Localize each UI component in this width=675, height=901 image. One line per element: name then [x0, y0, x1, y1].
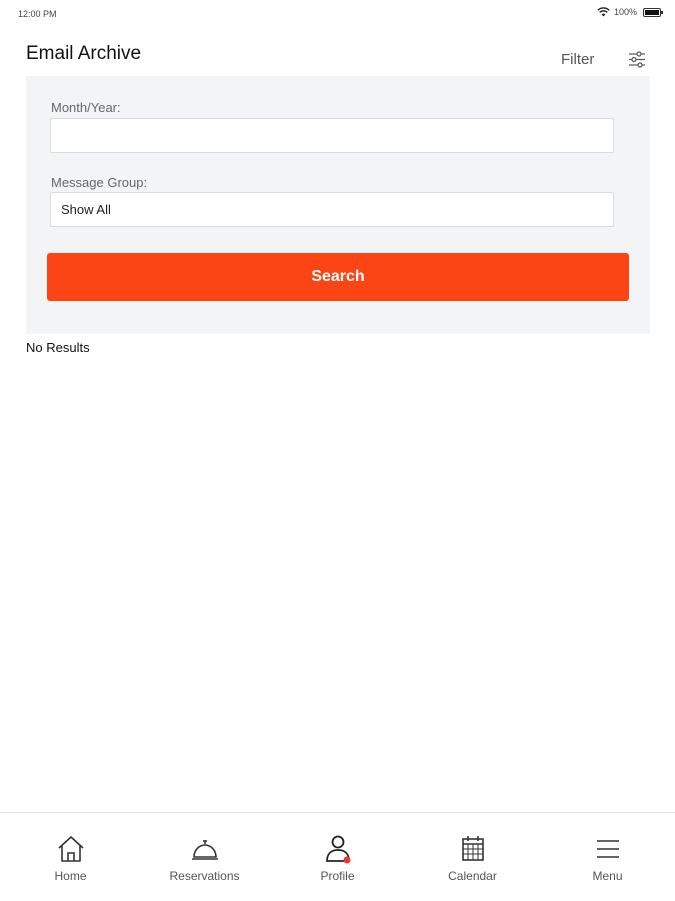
month-year-field[interactable] — [50, 118, 614, 153]
bell-icon — [192, 840, 218, 860]
message-group-select[interactable]: Show All — [50, 192, 614, 227]
nav-label-reservations: Reservations — [169, 869, 240, 883]
status-bar: 12:00 PM 100% — [0, 0, 675, 26]
month-year-label: Month/Year: — [51, 100, 121, 115]
search-button[interactable]: Search — [47, 253, 629, 301]
status-time: 12:00 PM — [18, 9, 57, 19]
wifi-icon — [597, 7, 610, 17]
nav-menu[interactable]: Menu — [540, 813, 675, 901]
nav-reservations[interactable]: Reservations — [137, 813, 272, 901]
message-group-label: Message Group: — [51, 175, 148, 190]
sliders-icon[interactable] — [628, 51, 646, 68]
battery-percentage: 100% — [613, 7, 637, 17]
no-results-text: No Results — [26, 340, 90, 355]
home-icon — [58, 836, 84, 862]
nav-label-profile: Profile — [320, 869, 355, 883]
menu-icon — [597, 840, 619, 858]
nav-profile[interactable]: Profile — [270, 813, 405, 901]
nav-home[interactable]: Home — [3, 813, 138, 901]
profile-icon — [326, 835, 351, 864]
status-indicators: 100% — [597, 7, 663, 17]
nav-calendar[interactable]: Calendar — [405, 813, 540, 901]
filter-label[interactable]: Filter — [561, 51, 594, 68]
nav-label-calendar: Calendar — [448, 869, 497, 883]
filter-panel: Month/Year: Message Group: Show All Sear… — [26, 76, 650, 334]
nav-label-home: Home — [54, 869, 87, 883]
calendar-icon — [462, 836, 484, 861]
nav-label-menu: Menu — [592, 869, 623, 883]
bottom-nav: Home Reservations Profile Calendar Menu — [0, 812, 675, 901]
page-title: Email Archive — [26, 43, 142, 64]
battery-icon — [643, 7, 663, 17]
